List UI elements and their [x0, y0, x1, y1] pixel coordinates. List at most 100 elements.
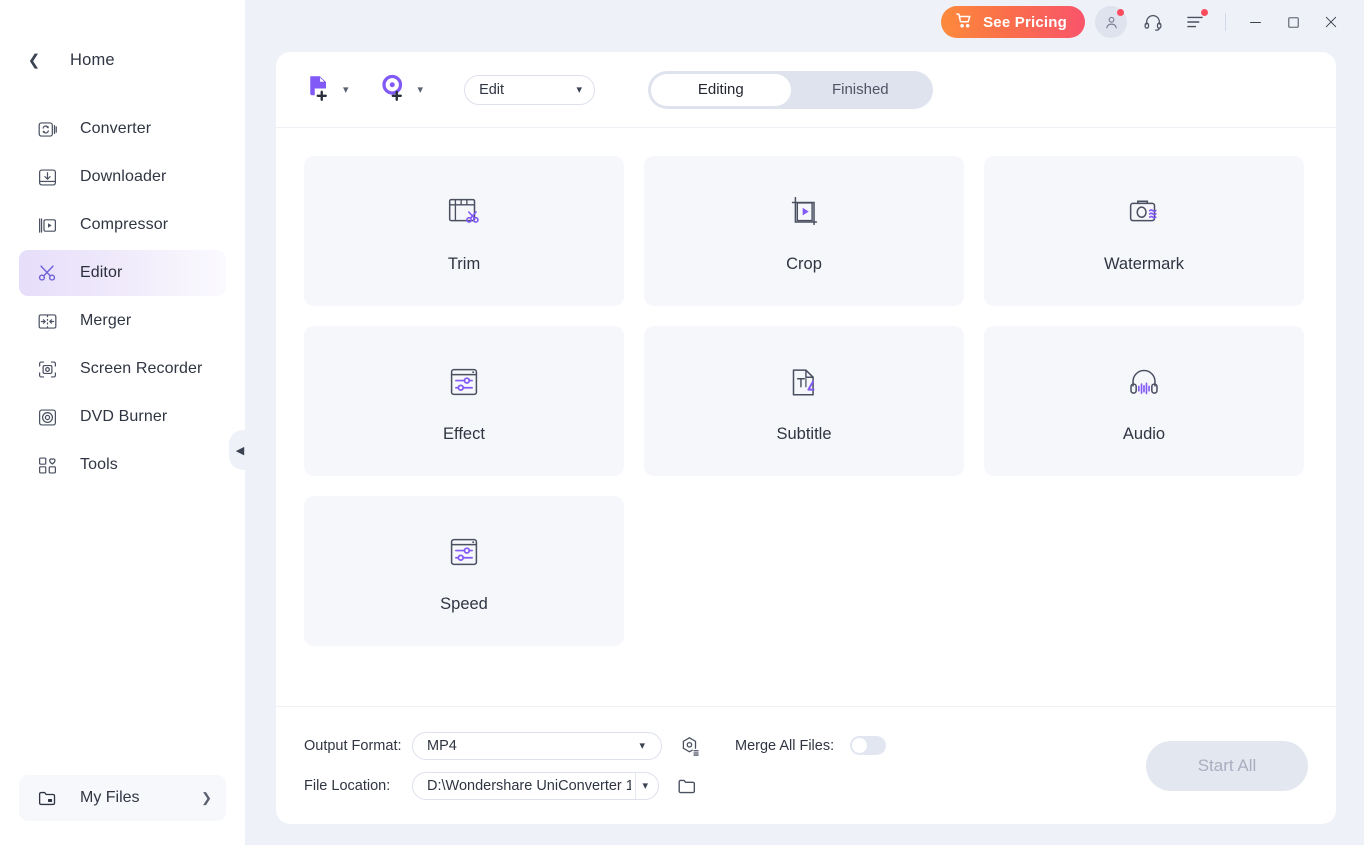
add-file-icon — [304, 72, 334, 107]
tool-card-audio[interactable]: Audio — [984, 326, 1304, 476]
window-titlebar: See Pricing — [941, 0, 1364, 44]
file-location-label: File Location: — [304, 778, 412, 794]
chevron-left-icon: ◀ — [236, 444, 244, 457]
tab-editing[interactable]: Editing — [651, 74, 791, 106]
tools-grid: Trim Crop — [304, 156, 1308, 646]
sidebar-item-label: Merger — [80, 312, 131, 330]
chevron-right-icon: ❯ — [201, 790, 212, 806]
toggle-knob — [852, 738, 867, 753]
sidebar-item-editor[interactable]: Editor — [19, 250, 226, 296]
tab-finished-label: Finished — [832, 81, 889, 98]
maximize-icon[interactable] — [1274, 7, 1312, 37]
chevron-left-icon: ❮ — [26, 52, 42, 68]
minimize-icon[interactable] — [1236, 7, 1274, 37]
merger-icon — [36, 310, 58, 332]
file-location-row: File Location: D:\Wondershare UniConvert… — [304, 772, 886, 800]
subtitle-icon — [783, 359, 825, 405]
add-file-button[interactable]: ▾ — [304, 72, 349, 107]
see-pricing-label: See Pricing — [983, 14, 1067, 31]
tool-card-speed[interactable]: Speed — [304, 496, 624, 646]
watermark-icon — [1123, 189, 1165, 235]
tool-card-label: Speed — [440, 595, 488, 614]
start-all-button[interactable]: Start All — [1146, 741, 1308, 791]
tool-card-effect[interactable]: Effect — [304, 326, 624, 476]
sidebar-item-label: Downloader — [80, 168, 166, 186]
tool-card-label: Effect — [443, 425, 485, 444]
disc-icon — [36, 406, 58, 428]
sidebar-item-label: Editor — [80, 264, 122, 282]
chevron-down-icon: ▾ — [642, 779, 654, 792]
downloader-icon — [36, 166, 58, 188]
audio-icon — [1123, 359, 1165, 405]
chevron-down-icon: ▾ — [418, 83, 424, 96]
output-format-label: Output Format: — [304, 738, 412, 754]
see-pricing-button[interactable]: See Pricing — [941, 6, 1085, 38]
tab-finished[interactable]: Finished — [791, 74, 931, 106]
tool-card-label: Subtitle — [776, 425, 831, 444]
effect-icon — [443, 359, 485, 405]
file-location-select[interactable]: D:\Wondershare UniConverter 1 ▾ — [412, 772, 659, 800]
sidebar-item-label: Tools — [80, 456, 118, 474]
speed-icon — [443, 529, 485, 575]
account-icon[interactable] — [1095, 6, 1127, 38]
tool-card-label: Crop — [786, 255, 822, 274]
output-format-value: MP4 — [427, 738, 639, 754]
sidebar-item-screen-recorder[interactable]: Screen Recorder — [19, 346, 226, 392]
screen-recorder-icon — [36, 358, 58, 380]
merge-all-files-toggle[interactable] — [850, 736, 886, 755]
sidebar-item-label: DVD Burner — [80, 408, 167, 426]
file-location-value: D:\Wondershare UniConverter 1 — [427, 778, 631, 794]
mode-select-value: Edit — [479, 82, 576, 98]
tool-card-subtitle[interactable]: Subtitle — [644, 326, 964, 476]
my-files-button[interactable]: My Files ❯ — [19, 775, 226, 821]
close-icon[interactable] — [1312, 7, 1350, 37]
sidebar-item-tools[interactable]: Tools — [19, 442, 226, 488]
tools-grid-wrapper: Trim Crop — [276, 128, 1336, 706]
home-label: Home — [70, 51, 115, 70]
sidebar-item-label: Compressor — [80, 216, 168, 234]
tool-card-watermark[interactable]: Watermark — [984, 156, 1304, 306]
add-media-button[interactable]: ▾ — [379, 72, 424, 107]
tools-grid-icon — [36, 454, 58, 476]
sidebar-item-label: Converter — [80, 120, 151, 138]
tab-editing-label: Editing — [698, 81, 744, 98]
sidebar-item-merger[interactable]: Merger — [19, 298, 226, 344]
tool-card-label: Audio — [1123, 425, 1165, 444]
tool-card-crop[interactable]: Crop — [644, 156, 964, 306]
output-settings-icon[interactable] — [677, 733, 703, 759]
chevron-down-icon: ▾ — [577, 83, 583, 96]
mode-select[interactable]: Edit ▾ — [464, 75, 595, 105]
folder-icon — [36, 787, 58, 809]
compressor-icon — [36, 214, 58, 236]
home-button[interactable]: ❮ Home — [0, 38, 245, 82]
output-settings-fields: Output Format: MP4 ▾ Merge All Files: — [304, 732, 886, 800]
merge-all-files-group: Merge All Files: — [735, 736, 886, 755]
folder-open-icon[interactable] — [674, 773, 700, 799]
converter-icon — [36, 118, 58, 140]
hamburger-menu-icon[interactable] — [1179, 6, 1211, 38]
crop-icon — [783, 189, 825, 235]
chevron-down-icon: ▾ — [639, 739, 651, 752]
field-divider — [635, 773, 636, 799]
headset-icon[interactable] — [1137, 6, 1169, 38]
output-format-select[interactable]: MP4 ▾ — [412, 732, 662, 760]
panel-bottom-bar: Output Format: MP4 ▾ Merge All Files: — [276, 706, 1336, 824]
sidebar-item-label: Screen Recorder — [80, 360, 202, 378]
sidebar-item-downloader[interactable]: Downloader — [19, 154, 226, 200]
notification-dot — [1117, 9, 1124, 16]
sidebar-item-converter[interactable]: Converter — [19, 106, 226, 152]
tool-card-trim[interactable]: Trim — [304, 156, 624, 306]
sidebar-item-compressor[interactable]: Compressor — [19, 202, 226, 248]
scissors-icon — [36, 262, 58, 284]
trim-icon — [443, 189, 485, 235]
tool-card-label: Trim — [448, 255, 480, 274]
titlebar-divider — [1225, 13, 1226, 31]
sidebar-nav: Converter Downloader Compressor — [0, 104, 245, 490]
notification-dot — [1201, 9, 1208, 16]
sidebar-item-dvd-burner[interactable]: DVD Burner — [19, 394, 226, 440]
start-all-label: Start All — [1198, 756, 1257, 776]
sidebar-spacer — [0, 490, 245, 775]
sidebar-collapse-handle[interactable]: ◀ — [229, 430, 251, 470]
cart-icon — [955, 11, 974, 34]
add-media-icon — [379, 72, 409, 107]
